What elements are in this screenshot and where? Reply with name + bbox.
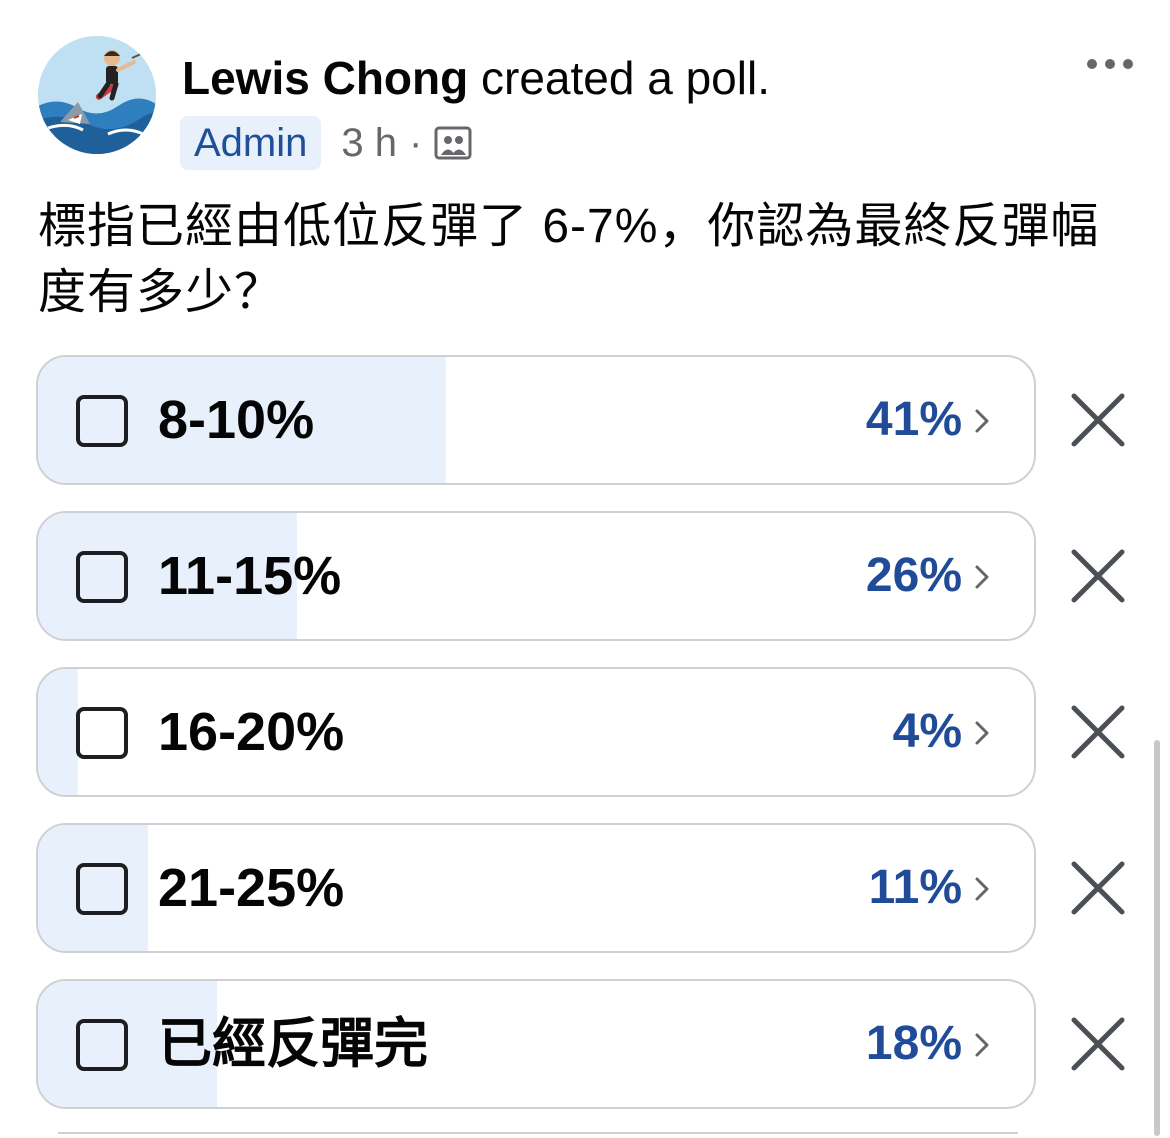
close-icon[interactable]: [1068, 858, 1128, 918]
poll-option-percent[interactable]: 41%: [866, 357, 962, 483]
avatar[interactable]: [38, 36, 156, 154]
meta-separator: ·: [409, 120, 423, 165]
poll-option-result-bar: [38, 669, 78, 795]
close-icon[interactable]: [1068, 546, 1128, 606]
poll-option-percent[interactable]: 4%: [893, 669, 962, 795]
chevron-right-icon[interactable]: [970, 1031, 994, 1059]
poll-option-label: 16-20%: [158, 702, 345, 762]
close-icon[interactable]: [1068, 1014, 1128, 1074]
avatar-image: [38, 36, 156, 154]
poll-question: 標指已經由低位反彈了 6-7%，你認為最終反彈幅度有多少？: [38, 200, 1100, 319]
checkbox-icon[interactable]: [76, 1019, 128, 1071]
scrollbar[interactable]: [1154, 740, 1160, 1136]
close-icon[interactable]: [1068, 390, 1128, 450]
checkbox-icon[interactable]: [76, 395, 128, 447]
post-meta: Admin 3 h ·: [180, 116, 472, 170]
post-author-line: Lewis Chong created a poll.: [182, 50, 770, 106]
post-timestamp[interactable]: 3 h: [341, 121, 397, 166]
chevron-right-icon[interactable]: [970, 407, 994, 435]
poll-option[interactable]: 已經反彈完 18%: [36, 979, 1036, 1109]
poll-option-label: 11-15%: [158, 546, 342, 606]
poll-option[interactable]: 8-10% 41%: [36, 355, 1036, 485]
checkbox-icon[interactable]: [76, 707, 128, 759]
chevron-right-icon[interactable]: [970, 719, 994, 747]
poll-option[interactable]: 16-20% 4%: [36, 667, 1036, 797]
close-icon[interactable]: [1068, 702, 1128, 762]
poll-option-percent[interactable]: 26%: [866, 513, 962, 639]
poll-option[interactable]: 11-15% 26%: [36, 511, 1036, 641]
poll-option-percent[interactable]: 18%: [866, 981, 962, 1107]
author-name[interactable]: Lewis Chong: [182, 52, 468, 104]
more-options-icon[interactable]: [1080, 46, 1140, 82]
poll-option-label: 8-10%: [158, 390, 315, 450]
chevron-right-icon[interactable]: [970, 875, 994, 903]
checkbox-icon[interactable]: [76, 863, 128, 915]
post-header: Lewis Chong created a poll. Admin 3 h ·: [0, 0, 1170, 190]
poll-option[interactable]: 21-25% 11%: [36, 823, 1036, 953]
post-action-text: created a poll.: [481, 52, 770, 104]
poll-option-label: 21-25%: [158, 858, 345, 918]
next-poll-option-edge: [58, 1132, 1018, 1138]
admin-badge: Admin: [180, 116, 322, 170]
chevron-right-icon[interactable]: [970, 563, 994, 591]
poll-option-label: 已經反彈完: [158, 1014, 428, 1074]
poll-option-percent[interactable]: 11%: [869, 825, 962, 951]
group-audience-icon: [434, 124, 472, 162]
checkbox-icon[interactable]: [76, 551, 128, 603]
